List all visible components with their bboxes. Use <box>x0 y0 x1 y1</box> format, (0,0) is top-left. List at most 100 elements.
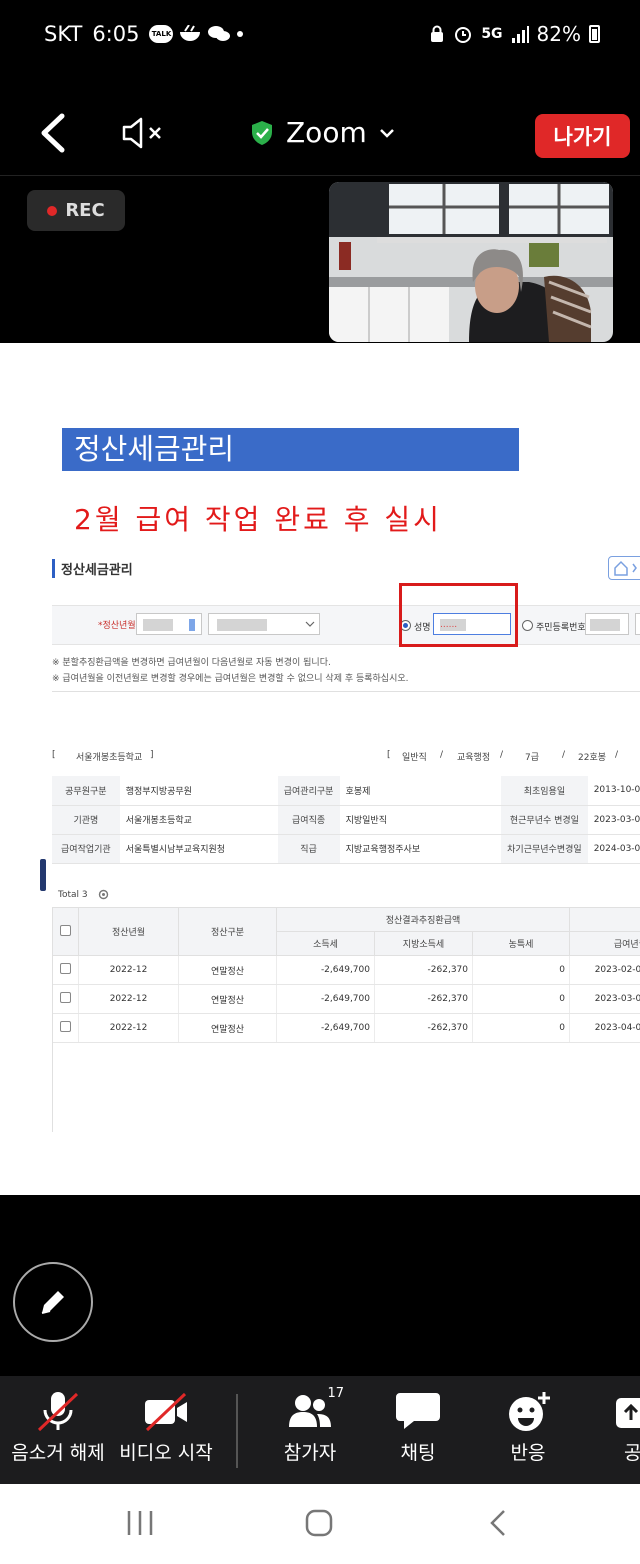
android-nav-bar <box>0 1484 640 1564</box>
chat-button[interactable]: 채팅 <box>378 1376 458 1484</box>
participant-video-thumbnail[interactable] <box>329 182 613 342</box>
chat-label: 채팅 <box>400 1442 436 1464</box>
note-line: ※ 분할추징환급액을 변경하면 급여년월이 다음년월로 자동 변경이 됩니다. <box>52 658 331 668</box>
row-checkbox[interactable] <box>59 1021 71 1032</box>
row-select-cell <box>52 955 79 985</box>
rrn-radio[interactable] <box>522 620 533 631</box>
participants-count: 17 <box>327 1386 344 1401</box>
participants-button[interactable]: 17 참가자 <box>268 1376 352 1484</box>
grid-empty-space <box>53 1043 640 1133</box>
participants-icon: 17 <box>280 1386 344 1432</box>
leave-button[interactable]: 나가기 <box>535 114 630 158</box>
highlight-box <box>399 583 518 647</box>
cell-rural-tax: 0 <box>472 955 570 985</box>
row-checkbox[interactable] <box>59 963 71 974</box>
info-value: 2024-03-01 <box>587 834 640 864</box>
note-line: ※ 급여년월을 이전년월로 변경할 경우에는 급여년월은 변경할 수 없으니 삭… <box>52 674 409 684</box>
cell-rural-tax: 0 <box>472 984 570 1014</box>
share-screen-icon <box>604 1390 640 1432</box>
info-value: 호봉제 <box>339 776 502 806</box>
info-value: 서울개봉초등학교 <box>119 805 278 835</box>
job-grade: 7급 <box>525 753 540 763</box>
col-income-tax: 소득세 <box>276 931 375 956</box>
speaker-muted-icon <box>122 117 161 149</box>
settlement-grid: 정산년월 정산구분 정산결과추징환급액 소득세 지방소득세 농특세 급여년월 2… <box>52 907 640 1132</box>
participant-video-image <box>329 182 613 342</box>
toolbar-divider <box>236 1394 238 1468</box>
period-month-select[interactable] <box>208 613 320 635</box>
status-bar: SKT 6:05 TALK 5G 82% <box>0 0 640 70</box>
chevron-down-icon <box>305 621 315 627</box>
unmute-button[interactable]: 음소거 해제 <box>6 1376 110 1484</box>
rrn-input-2[interactable] <box>635 613 640 635</box>
cell-local-tax: -262,370 <box>374 1013 473 1043</box>
table-row[interactable]: 2022-12 연말정산 -2,649,700 -262,370 0 2023-… <box>52 1013 640 1043</box>
notes: ※ 분할추징환급액을 변경하면 급여년월이 다음년월로 자동 변경이 됩니다. … <box>52 655 409 687</box>
recent-apps-icon[interactable] <box>125 1509 155 1537</box>
info-value: 2023-03-01 <box>587 805 640 835</box>
info-value: 2013-10-01 <box>587 776 640 806</box>
row-checkbox[interactable] <box>59 992 71 1003</box>
meeting-title: Zoom <box>286 116 367 149</box>
col-pay-month-top <box>569 907 640 932</box>
rrn-input[interactable] <box>585 613 629 635</box>
lock-icon <box>431 25 444 42</box>
reactions-button[interactable]: 반응 <box>488 1376 568 1484</box>
cell-period: 2022-12 <box>78 984 179 1014</box>
info-key: 직급 <box>277 834 340 864</box>
info-value: 지방교육행정주사보 <box>339 834 502 864</box>
cell-local-tax: -262,370 <box>374 984 473 1014</box>
col-group-result: 정산결과추징환급액 <box>276 907 570 932</box>
bracket: [ <box>387 750 391 760</box>
home-button[interactable] <box>608 556 640 580</box>
info-value: 서울특별시남부교육지원청 <box>119 834 278 864</box>
start-video-button[interactable]: 비디오 시작 <box>114 1376 218 1484</box>
unmute-label: 음소거 해제 <box>11 1442 105 1464</box>
cell-type: 연말정산 <box>178 984 277 1014</box>
back-nav-icon[interactable] <box>487 1508 509 1538</box>
back-button[interactable] <box>36 112 72 154</box>
job-category: 교육행정 <box>457 753 491 763</box>
pay-step: 22호봉 <box>578 753 607 763</box>
chevron-left-icon <box>41 113 65 153</box>
info-value: 지방일반직 <box>339 805 502 835</box>
table-row[interactable]: 2022-12 연말정산 -2,649,700 -262,370 0 2023-… <box>52 955 640 985</box>
home-nav-icon[interactable] <box>304 1508 334 1538</box>
info-key: 기관명 <box>52 805 120 835</box>
col-local-tax: 지방소득세 <box>374 931 473 956</box>
cell-local-tax: -262,370 <box>374 955 473 985</box>
status-left: SKT 6:05 TALK <box>44 22 244 46</box>
share-button[interactable]: 공 <box>604 1376 640 1484</box>
record-dot-icon <box>47 205 58 216</box>
chat-bubbles-icon <box>208 26 231 41</box>
alarm-icon <box>455 27 472 43</box>
bracket: ] <box>150 750 154 760</box>
side-panel-handle[interactable] <box>40 859 46 891</box>
status-right: 5G 82% <box>429 22 600 46</box>
annotate-button[interactable] <box>13 1262 93 1342</box>
period-year-field[interactable] <box>136 613 202 635</box>
speaker-toggle-button[interactable] <box>120 116 168 150</box>
shield-check-icon <box>252 120 272 145</box>
info-key: 급여직종 <box>277 805 340 835</box>
table-row[interactable]: 2022-12 연말정산 -2,649,700 -262,370 0 2023-… <box>52 984 640 1014</box>
info-key: 급여작업기관 <box>52 834 120 864</box>
kakaotalk-icon: TALK <box>149 25 174 43</box>
divider <box>52 691 640 692</box>
employee-info-table: 공무원구분 행정부지방공무원 급여관리구분 호봉제 최초임용일 2013-10-… <box>52 776 640 864</box>
cell-pay-month: 2023-03-01 <box>569 984 640 1014</box>
reactions-label: 반응 <box>510 1442 546 1464</box>
notification-icons: TALK <box>149 25 244 43</box>
meeting-title-dropdown[interactable]: Zoom <box>250 116 395 149</box>
meeting-top-bar: Zoom 나가기 <box>0 70 640 176</box>
pencil-icon <box>41 1291 64 1314</box>
share-label: 공 <box>624 1442 640 1464</box>
settings-gear-icon[interactable] <box>98 889 109 900</box>
battery-icon <box>589 25 600 43</box>
select-all-checkbox[interactable] <box>60 924 71 936</box>
start-video-label: 비디오 시작 <box>119 1442 213 1464</box>
cell-income-tax: -2,649,700 <box>276 955 375 985</box>
redacted-value <box>189 619 195 631</box>
bracket: [ <box>52 750 56 760</box>
select-all-cell <box>52 907 79 956</box>
